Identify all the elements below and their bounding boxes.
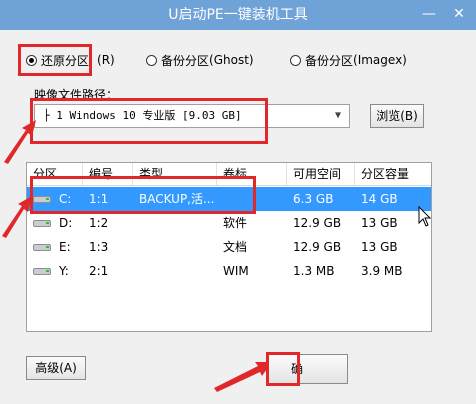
annotation-arrows xyxy=(2,120,272,392)
annotation-arrow-image xyxy=(4,120,36,164)
annotation-arrow-partition xyxy=(2,196,32,238)
annotation-arrow-ok xyxy=(214,362,272,392)
advanced-button[interactable]: 高级(A) xyxy=(26,356,86,380)
installer-window: U启动PE一键装机工具 — ✕ 还原分区 (R) 备份分区 (Ghost) 备份… xyxy=(0,0,476,404)
highlight-box-ok xyxy=(266,352,300,386)
